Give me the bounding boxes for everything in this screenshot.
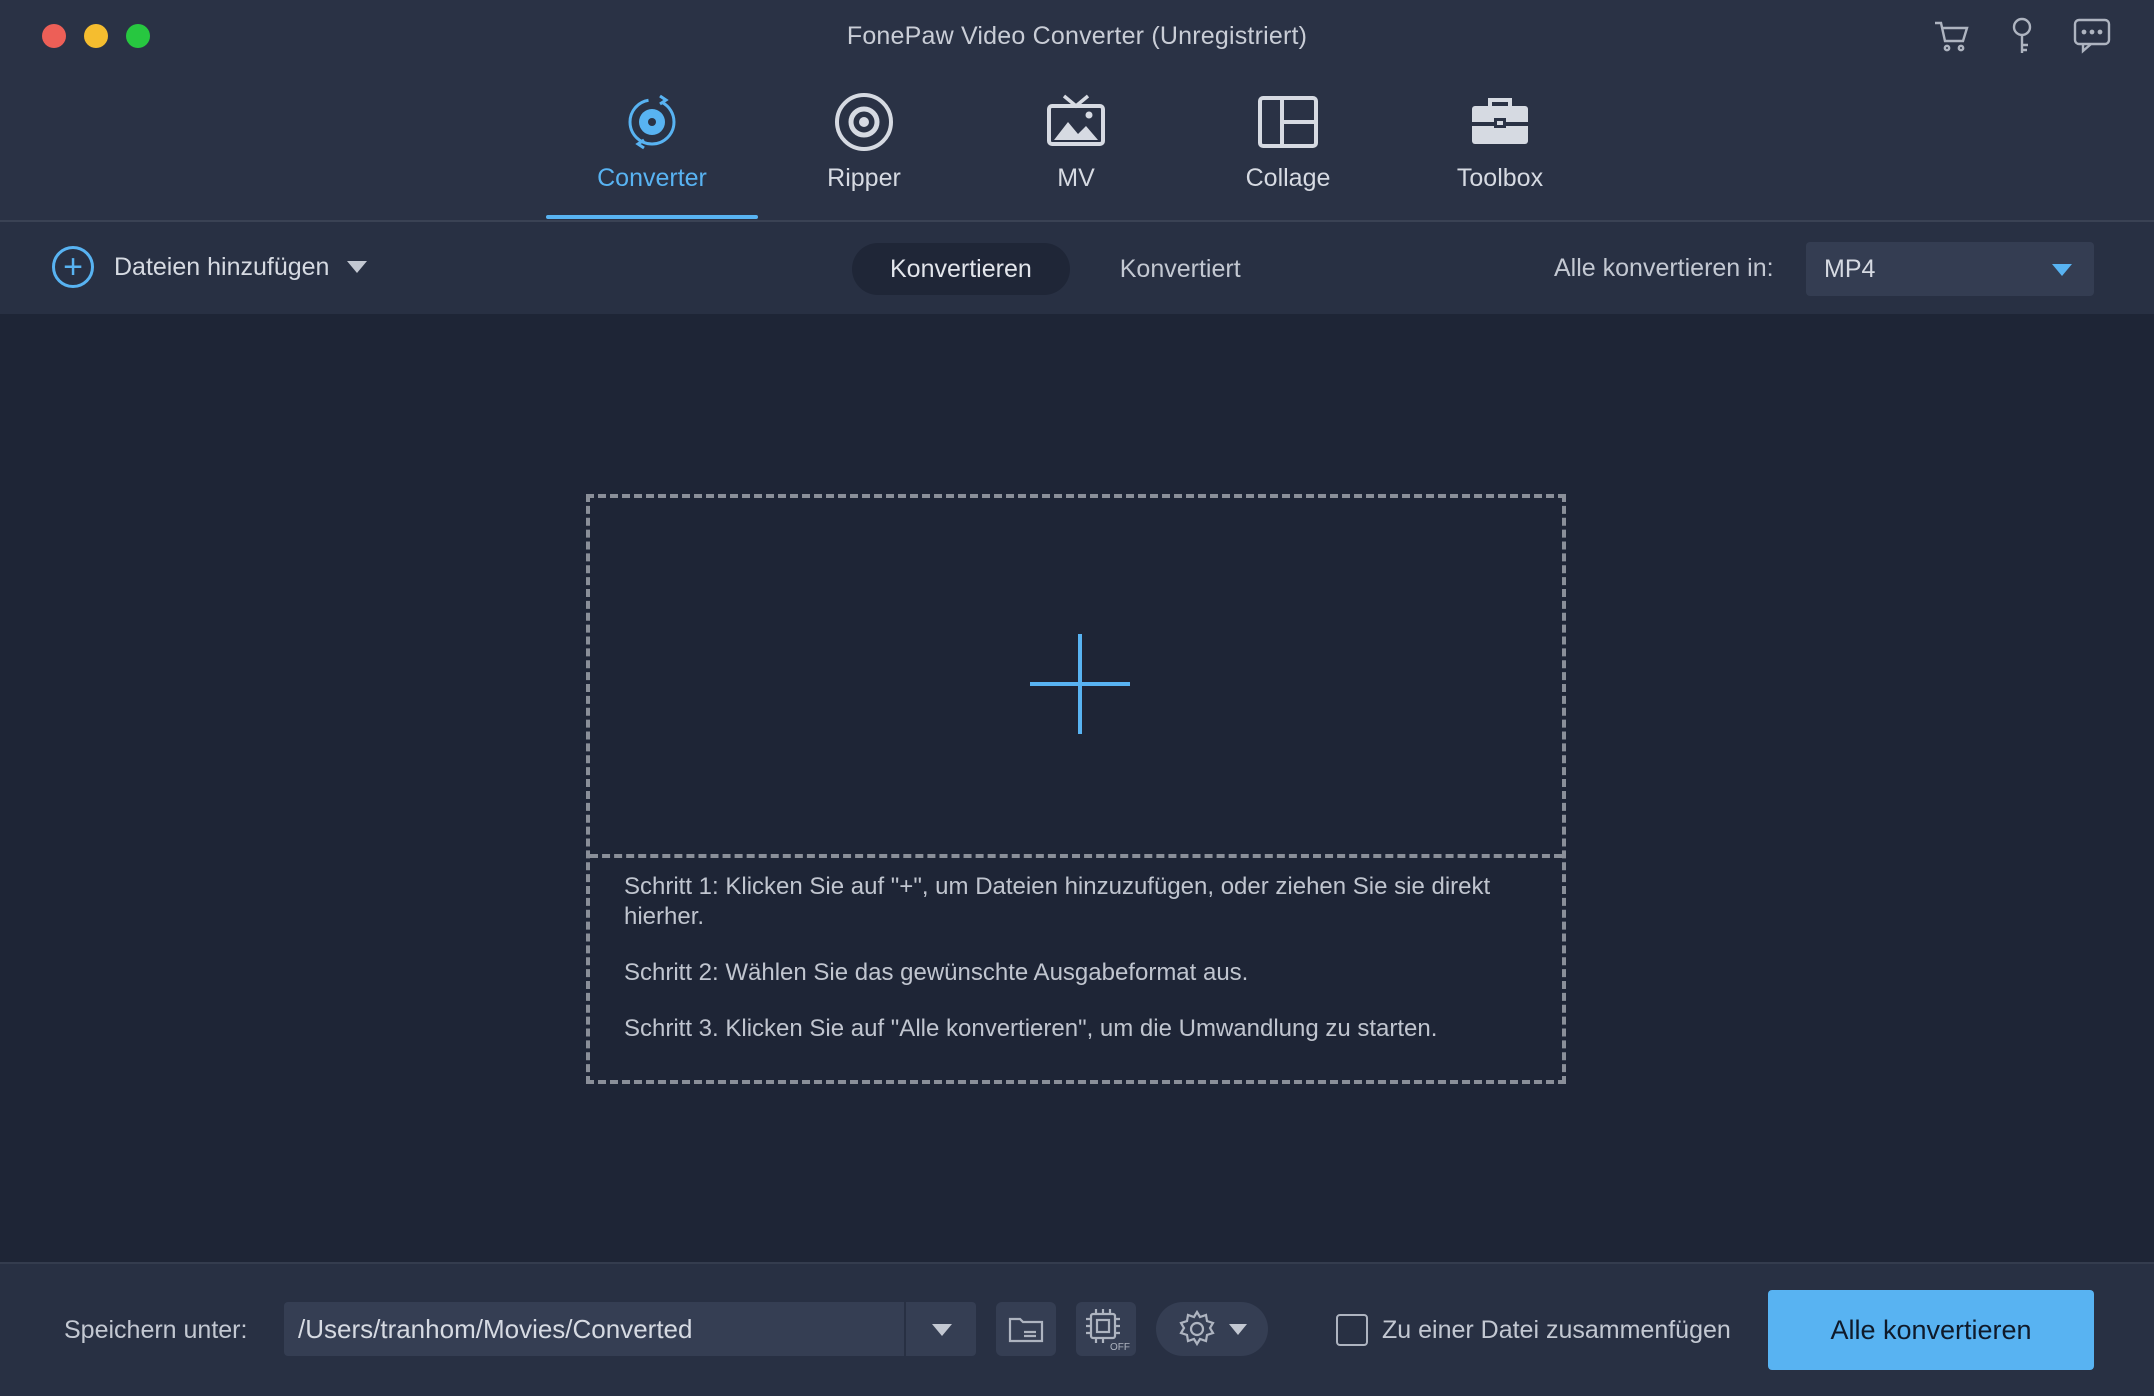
tab-ripper-label: Ripper: [827, 164, 901, 192]
tab-mv-label: MV: [1057, 164, 1095, 192]
converter-icon: [620, 84, 684, 160]
path-dropdown-icon[interactable]: [932, 1324, 952, 1336]
settings-dropdown-icon: [1229, 1323, 1247, 1335]
tab-konvertiert[interactable]: Konvertiert: [1082, 243, 1279, 295]
tab-converter-label: Converter: [597, 164, 707, 192]
tab-converter[interactable]: Converter: [546, 84, 758, 219]
tab-ripper[interactable]: Ripper: [758, 84, 970, 218]
mv-icon: [1044, 84, 1108, 160]
ripper-icon: [832, 84, 896, 160]
output-path-field[interactable]: /Users/tranhom/Movies/Converted: [284, 1302, 976, 1356]
chat-icon[interactable]: [2070, 14, 2114, 58]
save-to-label: Speichern unter:: [64, 1316, 248, 1344]
cpu-icon: OFF: [1086, 1309, 1130, 1352]
output-path-value[interactable]: /Users/tranhom/Movies/Converted: [284, 1314, 904, 1345]
app-header: FonePaw Video Converter (Unregistriert): [0, 0, 2154, 222]
checkbox-icon[interactable]: [1336, 1314, 1368, 1346]
tab-konvertieren[interactable]: Konvertieren: [852, 243, 1070, 295]
window-title: FonePaw Video Converter (Unregistriert): [846, 22, 1308, 50]
toolbar: + Dateien hinzufügen Konvertieren Konver…: [0, 222, 2154, 314]
add-files-button[interactable]: + Dateien hinzufügen: [52, 246, 368, 288]
key-icon[interactable]: [2000, 14, 2044, 58]
collage-icon: [1256, 84, 1320, 160]
open-folder-button[interactable]: [996, 1302, 1056, 1356]
folder-icon: [1008, 1317, 1044, 1343]
gear-icon: [1179, 1309, 1215, 1347]
top-right-icons: [1930, 14, 2114, 58]
path-separator: [904, 1302, 906, 1356]
hardware-acceleration-button[interactable]: OFF: [1076, 1302, 1136, 1356]
output-format-select[interactable]: MP4: [1806, 242, 2094, 296]
settings-button[interactable]: [1156, 1302, 1268, 1356]
toolbox-icon: [1468, 84, 1532, 160]
step-2: Schritt 2: Wählen Sie das gewünschte Aus…: [624, 959, 1249, 986]
chevron-down-icon: [2052, 264, 2072, 276]
tab-mv[interactable]: MV: [970, 84, 1182, 218]
merge-label: Zu einer Datei zusammenfügen: [1382, 1315, 1731, 1344]
convert-all-to-label: Alle konvertieren in:: [1554, 254, 1774, 282]
main-nav: Converter Ripper MV Collage Toolbox: [546, 84, 1606, 219]
add-files-dropdown-icon[interactable]: [347, 261, 368, 273]
tab-toolbox[interactable]: Toolbox: [1394, 84, 1606, 218]
tab-toolbox-label: Toolbox: [1456, 164, 1544, 192]
output-format-value: MP4: [1824, 254, 1876, 283]
step-1: Schritt 1: Klicken Sie auf "+", um Datei…: [624, 873, 1491, 930]
footer: Speichern unter: /Users/tranhom/Movies/C…: [0, 1262, 2154, 1396]
convert-all-button[interactable]: Alle konvertieren: [1768, 1290, 2094, 1370]
add-plus-icon-bar[interactable]: [1030, 682, 1130, 686]
instructions: Schritt 1: Klicken Sie auf "+", um Datei…: [624, 872, 1524, 1070]
accel-off-badge: OFF: [1110, 1342, 1130, 1352]
add-circle-icon: +: [52, 246, 94, 288]
cart-icon[interactable]: [1930, 14, 1974, 58]
dropzone-divider: [590, 854, 1562, 858]
convert-status-segment: Konvertieren Konvertiert: [852, 243, 1279, 295]
add-files-label: Dateien hinzufügen: [114, 252, 330, 281]
tab-collage[interactable]: Collage: [1182, 84, 1394, 218]
step-3: Schritt 3. Klicken Sie auf "Alle konvert…: [624, 1015, 1438, 1042]
merge-into-one-file-checkbox[interactable]: Zu einer Datei zusammenfügen: [1336, 1314, 1731, 1346]
file-drop-zone[interactable]: Schritt 1: Klicken Sie auf "+", um Datei…: [586, 494, 1566, 1084]
tab-collage-label: Collage: [1245, 164, 1331, 192]
